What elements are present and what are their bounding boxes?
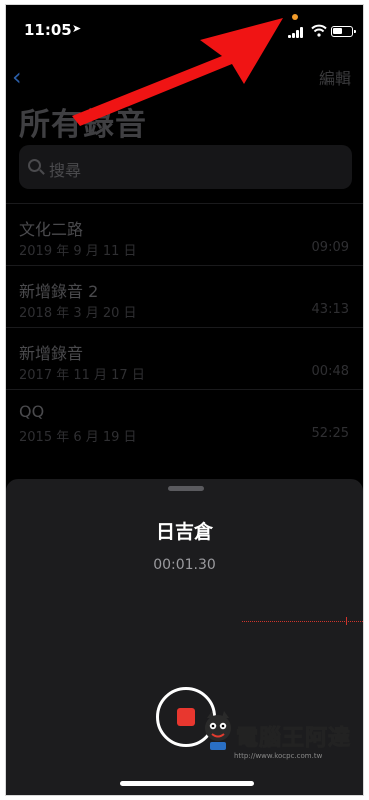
status-time: 11:05 xyxy=(24,21,72,39)
recording-name: 日吉倉 xyxy=(155,521,213,543)
search-icon xyxy=(28,159,41,172)
watermark-text: 電腦王阿達 xyxy=(235,726,352,752)
recording-date: 2018 年 3 月 20 日 xyxy=(19,306,137,321)
search-placeholder: 搜尋 xyxy=(49,161,82,180)
chevron-left-icon[interactable]: ‹ xyxy=(12,63,22,91)
stop-icon xyxy=(177,708,195,726)
recording-duration: 43:13 xyxy=(311,302,349,317)
recording-timer: 00:01.30 xyxy=(153,557,216,573)
list-item[interactable]: 新增錄音 2 2018 年 3 月 20 日 43:13 xyxy=(6,265,363,327)
cellular-signal-icon xyxy=(288,27,305,38)
location-arrow-icon: ➤ xyxy=(72,22,82,35)
search-input[interactable]: 搜尋 xyxy=(19,145,352,189)
recording-title: 文化二路 xyxy=(19,220,84,239)
recording-duration: 00:48 xyxy=(311,364,349,379)
recording-date: 2017 年 11 月 17 日 xyxy=(19,368,145,383)
mascot-logo-icon xyxy=(205,711,231,750)
edit-button[interactable]: 編輯 xyxy=(319,65,351,89)
microphone-indicator-icon xyxy=(292,14,298,20)
status-bar: 11:05 ➤ xyxy=(6,5,363,49)
watermark: 電腦王阿達 http://www.kocpc.com.tw xyxy=(200,706,360,776)
recording-list: 文化二路 2019 年 9 月 11 日 09:09 新增錄音 2 2018 年… xyxy=(6,203,363,451)
playhead-marker xyxy=(346,617,347,625)
phone-screen: 11:05 ➤ ‹ 編輯 所有錄音 搜尋 文化二路 2019 年 9 月 11 … xyxy=(5,4,364,796)
recording-duration: 52:25 xyxy=(311,426,349,441)
page-title: 所有錄音 xyxy=(19,107,147,143)
recording-date: 2019 年 9 月 11 日 xyxy=(19,244,137,259)
recording-date: 2015 年 6 月 19 日 xyxy=(19,430,137,445)
recording-title: 新增錄音 2 xyxy=(19,282,99,301)
recording-duration: 09:09 xyxy=(311,240,349,255)
recording-title: 新增錄音 xyxy=(19,344,84,363)
home-indicator[interactable] xyxy=(120,781,254,786)
wifi-icon xyxy=(311,24,327,37)
sheet-grabber-handle[interactable] xyxy=(168,486,204,491)
recording-title: QQ xyxy=(19,402,45,421)
list-item[interactable]: 新增錄音 2017 年 11 月 17 日 00:48 xyxy=(6,327,363,389)
list-item[interactable]: QQ 2015 年 6 月 19 日 52:25 xyxy=(6,389,363,451)
list-item[interactable]: 文化二路 2019 年 9 月 11 日 09:09 xyxy=(6,203,363,265)
watermark-url: http://www.kocpc.com.tw xyxy=(234,752,323,760)
battery-icon xyxy=(331,26,356,37)
